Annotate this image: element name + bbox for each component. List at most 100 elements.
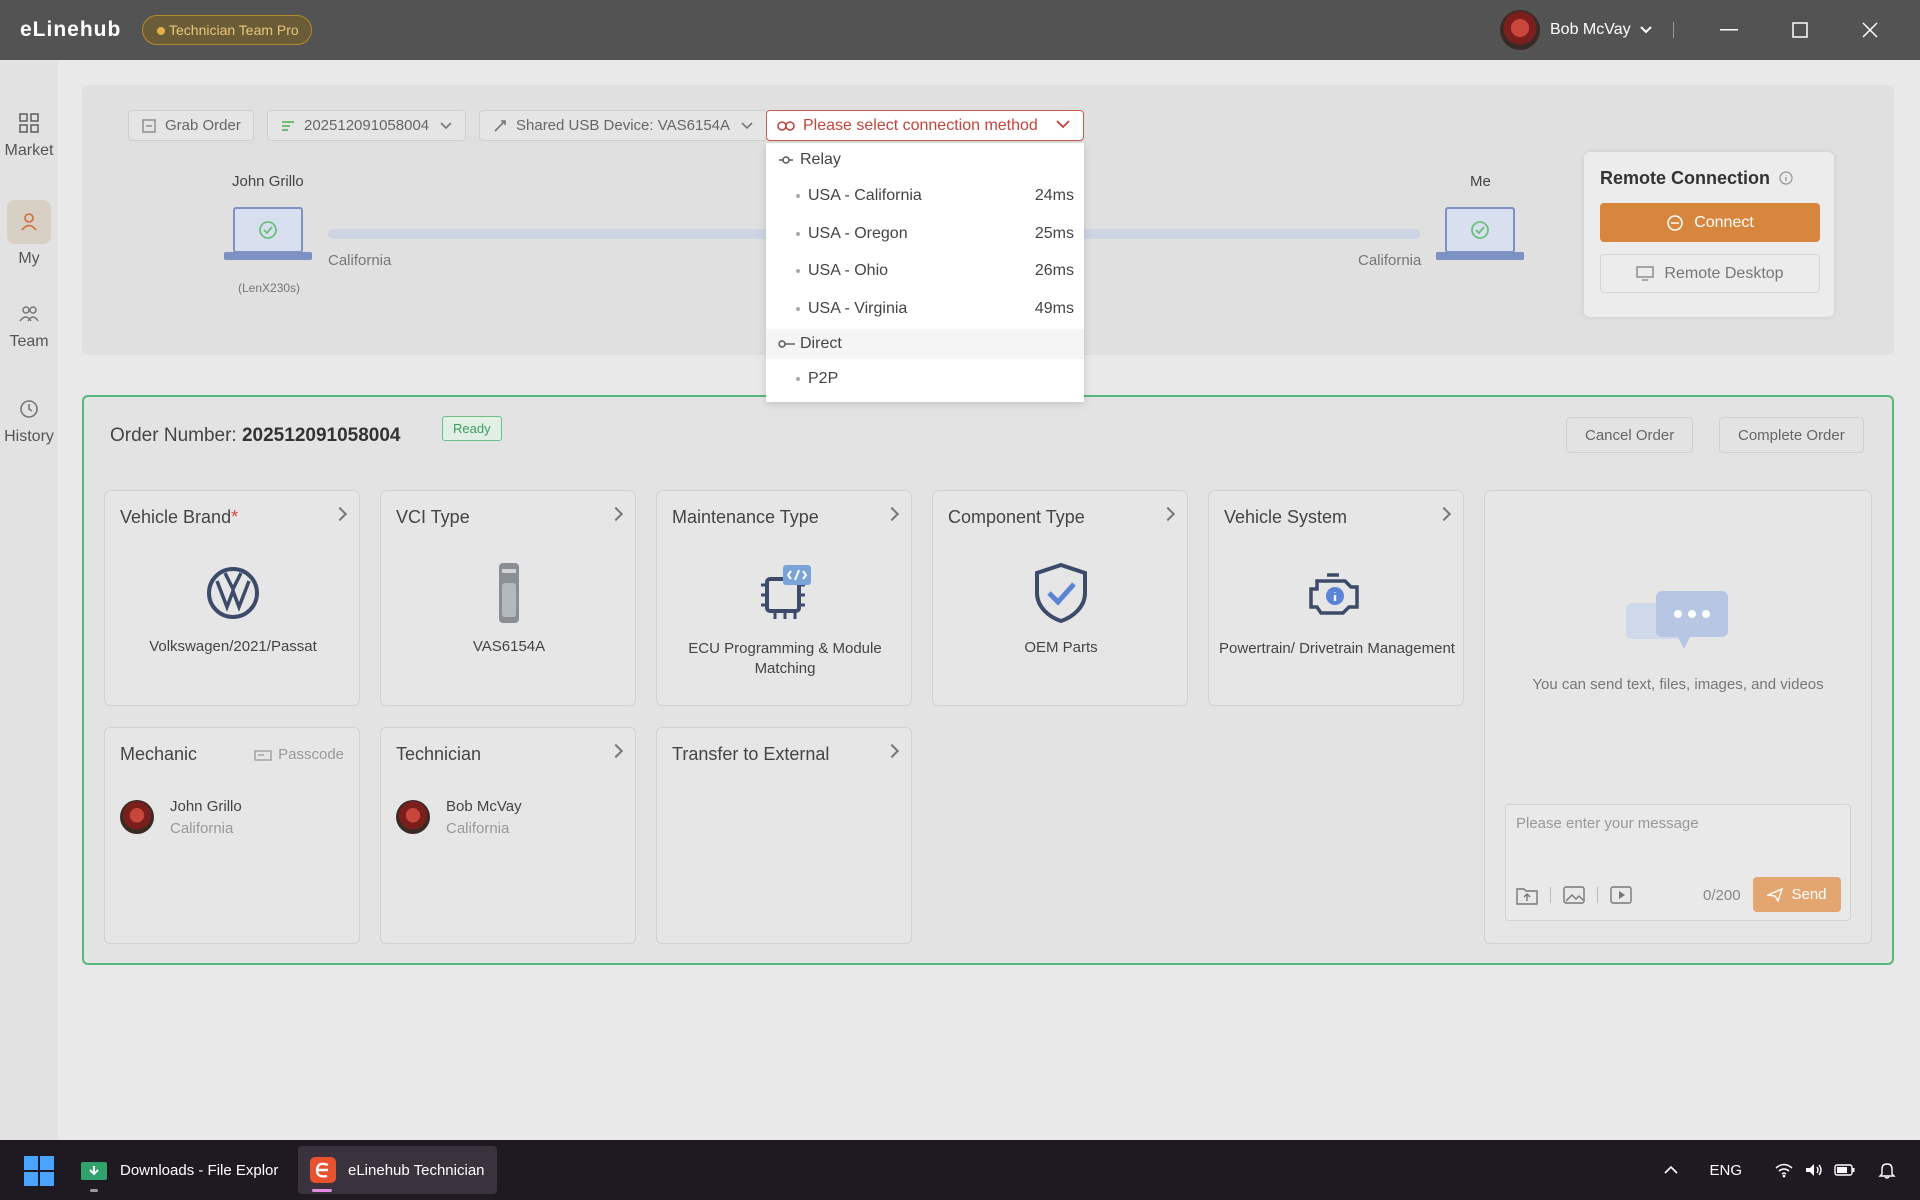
left-device-model: (LenX230s) — [238, 281, 301, 295]
history-icon — [20, 400, 38, 418]
send-icon — [1767, 887, 1784, 902]
sidebar-item-market[interactable]: Market — [0, 112, 58, 160]
send-label: Send — [1791, 886, 1827, 903]
divider — [1673, 22, 1674, 38]
order-select-value: 202512091058004 — [304, 117, 430, 134]
taskbar-item-file-explorer[interactable]: Downloads - File Explor — [68, 1146, 290, 1194]
person-name: John Grillo — [170, 798, 242, 815]
technician-card[interactable]: Technician Bob McVay California — [380, 727, 636, 944]
sidebar-item-my[interactable]: My — [0, 200, 58, 268]
video-icon[interactable] — [1610, 885, 1632, 905]
avatar — [1500, 10, 1540, 50]
connect-icon — [1667, 214, 1683, 231]
volume-icon[interactable] — [1804, 1162, 1824, 1178]
sidebar-item-label: Team — [9, 333, 49, 350]
option-label: USA - Ohio — [808, 262, 889, 279]
option-latency: 25ms — [1034, 225, 1074, 242]
card-title: Vehicle Brand* — [120, 507, 239, 527]
relay-option-oregon[interactable]: USA - Oregon 25ms — [766, 216, 1084, 252]
monitor-icon — [1636, 265, 1655, 281]
close-button[interactable] — [1840, 0, 1900, 60]
sidebar-item-label: Market — [4, 142, 54, 159]
grab-order-label: Grab Order — [165, 117, 241, 134]
passcode-label: Passcode — [278, 746, 344, 763]
image-icon[interactable] — [1563, 885, 1585, 905]
minimize-button[interactable] — [1699, 0, 1759, 60]
vci-type-value: VAS6154A — [472, 638, 546, 655]
maintenance-type-card[interactable]: Maintenance Type ECU Programming & Modul… — [656, 490, 912, 706]
vehicle-brand-value: Volkswagen/2021/Passat — [149, 638, 317, 655]
chevron-right-icon — [608, 743, 624, 759]
chat-hint: You can send text, files, images, and vi… — [1532, 676, 1824, 693]
chat-panel: You can send text, files, images, and vi… — [1484, 490, 1872, 944]
language-indicator[interactable]: ENG — [1709, 1162, 1742, 1179]
relay-option-virginia[interactable]: USA - Virginia 49ms — [766, 291, 1084, 327]
chevron-down-icon — [1056, 120, 1070, 129]
order-select[interactable]: 202512091058004 — [267, 110, 467, 141]
volkswagen-logo-icon — [207, 567, 259, 619]
laptop-icon — [1436, 207, 1524, 260]
chevron-down-icon — [741, 121, 753, 129]
direct-icon — [778, 340, 795, 348]
upload-file-icon[interactable] — [1516, 885, 1538, 905]
remote-connection-title: Remote Connection — [1600, 168, 1793, 189]
notification-bell-icon[interactable] — [1878, 1161, 1896, 1179]
avatar — [396, 800, 430, 834]
maximize-button[interactable] — [1770, 0, 1830, 60]
chevron-right-icon — [332, 506, 348, 522]
direct-group-header: Direct — [766, 329, 1084, 359]
folder-download-icon — [81, 1162, 107, 1180]
send-button[interactable]: Send — [1753, 877, 1841, 912]
card-title: Mechanic — [120, 744, 198, 764]
option-label: USA - California — [808, 187, 922, 204]
avatar — [120, 800, 154, 834]
transfer-external-card[interactable]: Transfer to External — [656, 727, 912, 944]
windows-start-icon[interactable] — [24, 1156, 54, 1186]
grab-order-button[interactable]: Grab Order — [128, 110, 254, 141]
connection-method-select[interactable]: Please select connection method — [766, 110, 1084, 141]
vehicle-brand-card[interactable]: Vehicle Brand* Volkswagen/2021/Passat — [104, 490, 360, 706]
wifi-icon[interactable] — [1774, 1162, 1794, 1178]
component-type-card[interactable]: Component Type OEM Parts — [932, 490, 1188, 706]
info-icon[interactable] — [1779, 171, 1793, 185]
divider — [1597, 887, 1598, 903]
direct-option-p2p[interactable]: P2P — [766, 361, 1084, 397]
person-name: Bob McVay — [446, 798, 522, 815]
sidebar-item-team[interactable]: Team — [0, 303, 58, 351]
relay-option-ohio[interactable]: USA - Ohio 26ms — [766, 253, 1084, 289]
taskbar: Downloads - File Explor eLinehub Technic… — [0, 1140, 1920, 1200]
taskbar-item-elinehub[interactable]: eLinehub Technician — [298, 1146, 497, 1194]
card-title: Maintenance Type — [672, 507, 819, 527]
chevron-right-icon — [884, 506, 900, 522]
right-location: California — [1358, 252, 1422, 269]
active-indicator — [312, 1189, 332, 1192]
list-icon — [282, 120, 294, 131]
taskbar-item-label: Downloads - File Explor — [120, 1161, 279, 1179]
device-select-value: Shared USB Device: VAS6154A — [516, 117, 731, 134]
cancel-order-button[interactable]: Cancel Order — [1566, 417, 1694, 453]
vci-type-card[interactable]: VCI Type VAS6154A — [380, 490, 636, 706]
card-title: VCI Type — [396, 507, 470, 527]
relay-icon — [779, 156, 793, 164]
status-badge: Ready — [442, 416, 502, 441]
device-select[interactable]: Shared USB Device: VAS6154A — [479, 110, 768, 141]
left-location: California — [328, 252, 392, 269]
sidebar-item-history[interactable]: History — [0, 398, 58, 446]
connect-button[interactable]: Connect — [1600, 203, 1820, 242]
passcode-button[interactable]: Passcode — [254, 746, 344, 763]
remote-desktop-button[interactable]: Remote Desktop — [1600, 254, 1820, 293]
message-input[interactable] — [1516, 815, 1836, 832]
user-menu[interactable]: Bob McVay — [1500, 10, 1653, 50]
chevron-up-icon[interactable] — [1663, 1165, 1679, 1175]
divider — [1550, 887, 1551, 903]
connection-method-placeholder: Please select connection method — [803, 116, 1038, 134]
chevron-right-icon — [1160, 506, 1176, 522]
plan-badge-label: Technician Team Pro — [169, 22, 299, 38]
option-latency: 49ms — [1034, 300, 1074, 317]
grid-icon — [19, 113, 39, 133]
vehicle-system-card[interactable]: Vehicle System Powertrain/ Drivetrain Ma… — [1208, 490, 1464, 706]
battery-icon[interactable] — [1834, 1162, 1856, 1178]
complete-order-button[interactable]: Complete Order — [1719, 417, 1864, 453]
option-label: USA - Virginia — [808, 300, 908, 317]
relay-option-california[interactable]: USA - California 24ms — [766, 178, 1084, 214]
